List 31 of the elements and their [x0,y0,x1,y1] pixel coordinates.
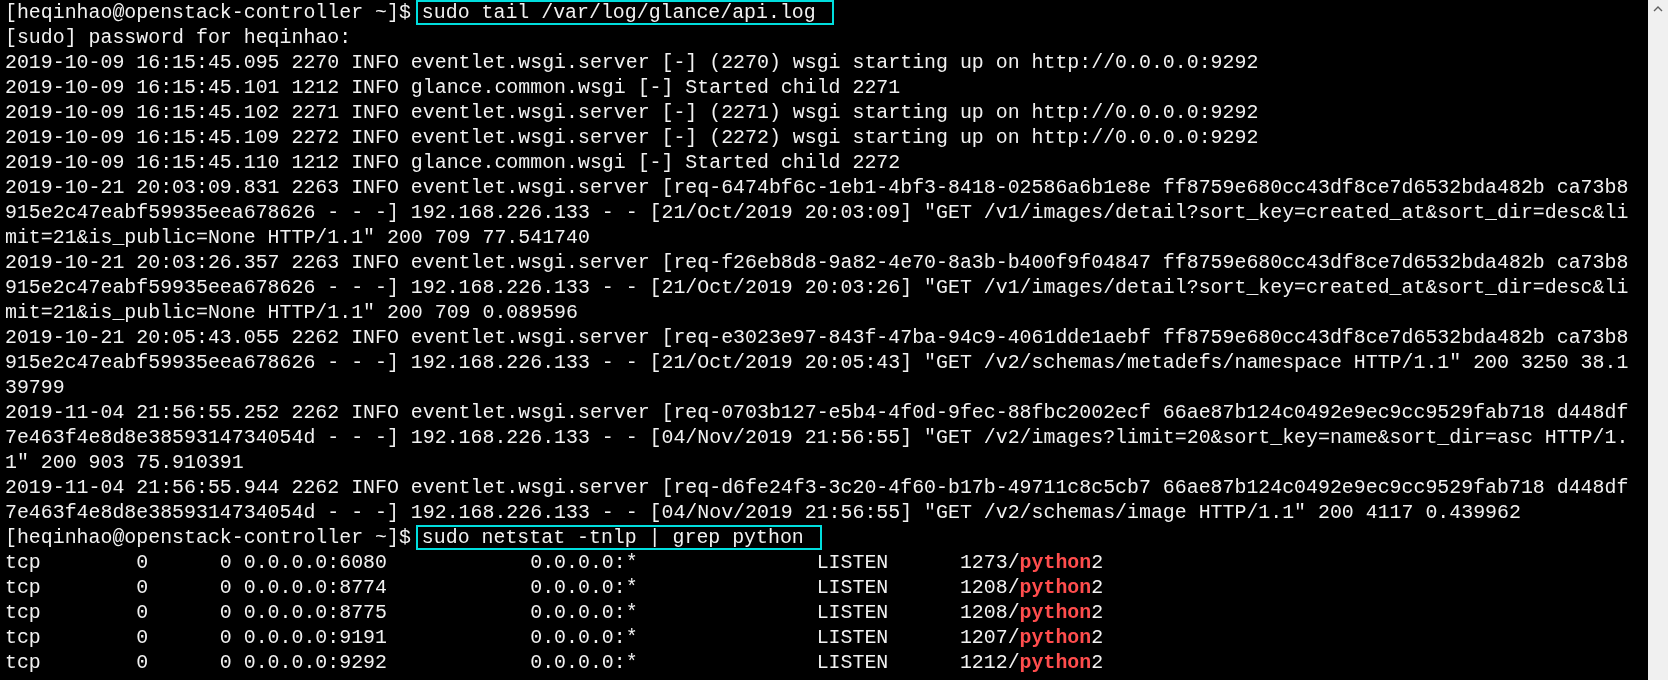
output-line: 915e2c47eabf59935eea678626 - - -] 192.168.226.133 - - [21/Oct/2019 20:03:09] "GET /v1/images/detail?sort_key=created_at&sort_dir=desc&li [5,200,1629,225]
shell-prompt: [heqinhao@openstack-controller ~]$ [5,0,411,25]
output-line: 2019-10-21 20:05:43.055 2262 INFO eventlet.wsgi.server [req-e3023e97-843f-47ba-94c9-4061dde1aebf ff8759e680cc43df8ce7d6532bda482b ca73b8 [5,325,1629,350]
output-line: tcp 0 0 0.0.0.0:8775 0.0.0.0:* LISTEN 1208/python2 [5,600,1104,625]
output-line: 1" 200 903 75.910391 [5,450,244,475]
output-line: 7e463f4e8d8e3859314734054d - - -] 192.168.226.133 - - [04/Nov/2019 21:56:55] "GET /v2/images?limit=20&sort_key=name&sort_dir=asc HTTP/1. [5,425,1629,450]
shell-prompt: [heqinhao@openstack-controller ~]$ [5,525,411,550]
scrollbar[interactable] [1648,0,1668,680]
chevron-up-icon[interactable] [1653,6,1663,12]
output-line: mit=21&is_public=None HTTP/1.1" 200 709 77.541740 [5,225,590,250]
output-line: 2019-10-09 16:15:45.109 2272 INFO eventlet.wsgi.server [-] (2272) wsgi starting up on http://0.0.0.0:9292 [5,125,1259,150]
output-line: 2019-10-09 16:15:45.101 1212 INFO glance.common.wsgi [-] Started child 2271 [5,75,901,100]
output-line: 2019-10-09 16:15:45.102 2271 INFO eventlet.wsgi.server [-] (2271) wsgi starting up on http://0.0.0.0:9292 [5,100,1259,125]
output-line: 915e2c47eabf59935eea678626 - - -] 192.168.226.133 - - [21/Oct/2019 20:03:26] "GET /v1/images/detail?sort_key=created_at&sort_dir=desc&li [5,275,1629,300]
output-line: 2019-11-04 21:56:55.252 2262 INFO eventlet.wsgi.server [req-0703b127-e5b4-4f0d-9fec-88fbc2002ecf 66ae87b124c0492e9ec9cc9529fab718 d448df [5,400,1629,425]
shell-command: sudo netstat -tnlp | grep python [415,525,822,550]
output-line: 2019-10-21 20:03:09.831 2263 INFO eventlet.wsgi.server [req-6474bf6c-1eb1-4bf3-8418-02586a6b1e8e ff8759e680cc43df8ce7d6532bda482b ca73b8 [5,175,1629,200]
output-line: 39799 [5,375,65,400]
output-line: 2019-10-21 20:03:26.357 2263 INFO eventlet.wsgi.server [req-f26eb8d8-9a82-4e70-8a3b-b400f9f04847 ff8759e680cc43df8ce7d6532bda482b ca73b8 [5,250,1629,275]
output-line: [sudo] password for heqinhao: [5,25,352,50]
output-line: 7e463f4e8d8e3859314734054d - - -] 192.168.226.133 - - [04/Nov/2019 21:56:55] "GET /v2/schemas/image HTTP/1.1" 200 4117 0.439962 [5,500,1521,525]
shell-command: sudo tail /var/log/glance/api.log [415,0,834,25]
output-line: 2019-10-09 16:15:45.095 2270 INFO eventlet.wsgi.server [-] (2270) wsgi starting up on http://0.0.0.0:9292 [5,50,1259,75]
output-line: tcp 0 0 0.0.0.0:6080 0.0.0.0:* LISTEN 1273/python2 [5,550,1104,575]
output-line: 2019-11-04 21:56:55.944 2262 INFO eventlet.wsgi.server [req-d6fe24f3-3c20-4f60-b17b-49711c8c5cb7 66ae87b124c0492e9ec9cc9529fab718 d448df [5,475,1629,500]
output-line: mit=21&is_public=None HTTP/1.1" 200 709 0.089596 [5,300,578,325]
output-line: tcp 0 0 0.0.0.0:9191 0.0.0.0:* LISTEN 1207/python2 [5,625,1104,650]
output-line: 915e2c47eabf59935eea678626 - - -] 192.168.226.133 - - [21/Oct/2019 20:05:43] "GET /v2/schemas/metadefs/namespace HTTP/1.1" 200 3250 38.1 [5,350,1629,375]
output-line: tcp 0 0 0.0.0.0:9292 0.0.0.0:* LISTEN 1212/python2 [5,650,1104,675]
output-line: 2019-10-09 16:15:45.110 1212 INFO glance.common.wsgi [-] Started child 2272 [5,150,901,175]
output-line: tcp 0 0 0.0.0.0:8774 0.0.0.0:* LISTEN 1208/python2 [5,575,1104,600]
